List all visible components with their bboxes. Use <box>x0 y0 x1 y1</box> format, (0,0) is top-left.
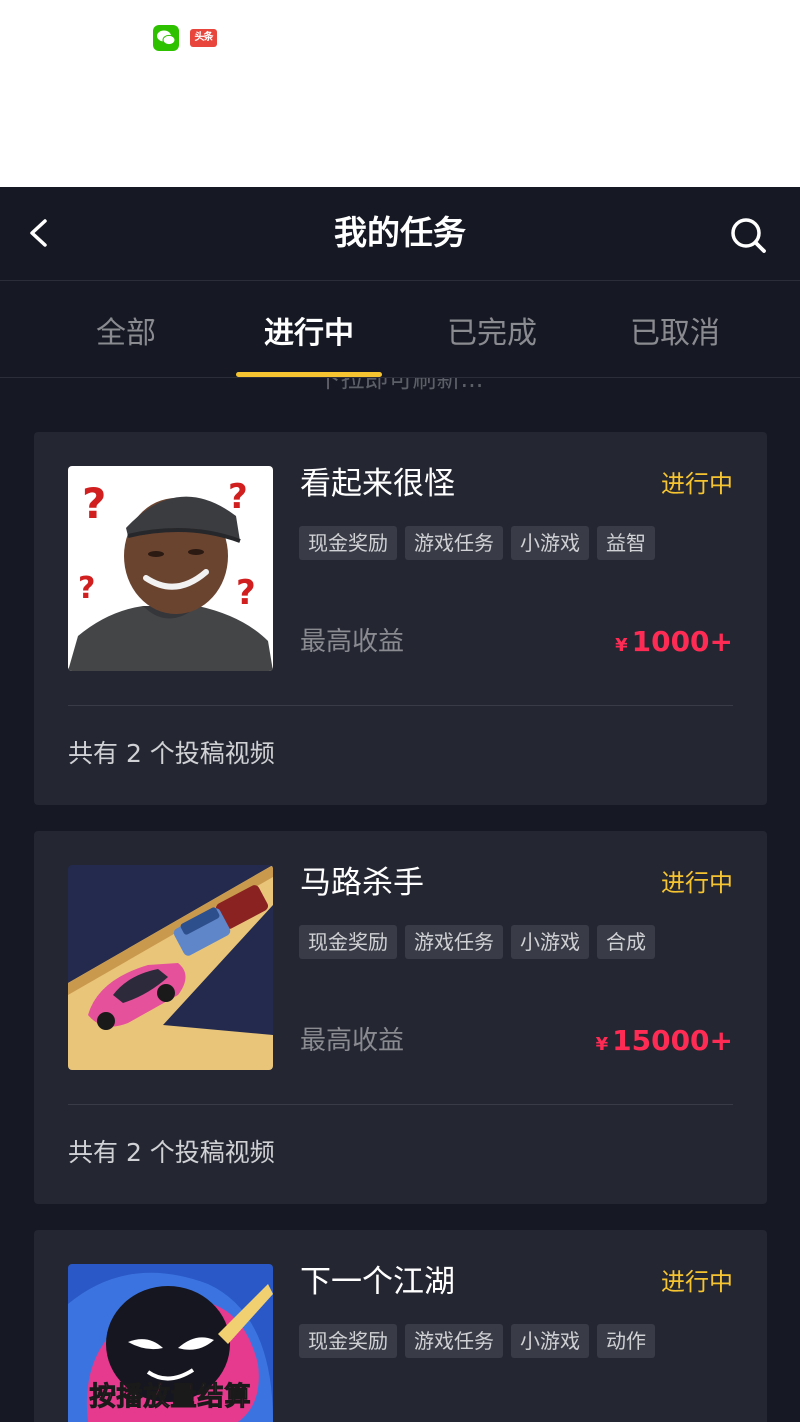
task-title: 看起来很怪 <box>300 466 455 502</box>
back-button[interactable] <box>20 211 64 255</box>
task-thumbnail: 按播放量结算 <box>68 1264 273 1422</box>
top-nav-bar: 我的任务 <box>0 187 800 281</box>
tag: 游戏任务 <box>405 1324 503 1358</box>
tab-in-progress[interactable]: 进行中 <box>219 281 399 377</box>
tag: 现金奖励 <box>299 1324 397 1358</box>
svg-text:?: ? <box>228 477 248 517</box>
earnings-label: 最高收益 <box>300 1026 405 1056</box>
toutiao-icon: 头条 <box>190 29 217 47</box>
earnings-value: ¥15000+ <box>596 1021 733 1061</box>
earnings-value: ¥1000+ <box>615 622 733 662</box>
task-card[interactable]: ? ? ? ? 看起来很怪 进行中 现金奖励 游戏任务 小游戏 益智 最高收益 … <box>34 432 767 805</box>
task-thumbnail <box>68 865 273 1070</box>
task-title: 马路杀手 <box>300 865 424 901</box>
earnings-label: 最高收益 <box>300 627 405 657</box>
tag: 小游戏 <box>511 1324 589 1358</box>
task-title: 下一个江湖 <box>300 1264 455 1300</box>
task-status: 进行中 <box>661 869 733 897</box>
tag: 现金奖励 <box>299 925 397 959</box>
thumbnail-caption: 按播放量结算 <box>89 1382 252 1413</box>
earnings-amount: 15000+ <box>612 1024 733 1057</box>
task-card[interactable]: 按播放量结算 下一个江湖 进行中 现金奖励 游戏任务 小游戏 动作 <box>34 1230 767 1422</box>
task-status: 进行中 <box>661 1268 733 1296</box>
tab-all[interactable]: 全部 <box>36 281 216 377</box>
tag: 益智 <box>597 526 655 560</box>
tab-completed[interactable]: 已完成 <box>402 281 582 377</box>
task-status: 进行中 <box>661 470 733 498</box>
tag: 动作 <box>597 1324 655 1358</box>
task-tags: 现金奖励 游戏任务 小游戏 动作 <box>299 1324 655 1358</box>
svg-text:?: ? <box>82 479 106 528</box>
search-icon <box>731 218 766 253</box>
tag: 现金奖励 <box>299 526 397 560</box>
earnings-amount: 1000+ <box>631 625 733 658</box>
status-bar: 头条 <box>0 0 800 187</box>
task-tabs: 全部 进行中 已完成 已取消 <box>0 281 800 378</box>
divider <box>68 1104 733 1105</box>
tag: 小游戏 <box>511 925 589 959</box>
currency-symbol: ¥ <box>615 635 628 656</box>
video-count: 共有 2 个投稿视频 <box>68 1138 275 1167</box>
page-title: 我的任务 <box>334 213 466 252</box>
tag: 合成 <box>597 925 655 959</box>
active-tab-indicator <box>236 372 382 377</box>
chevron-left-icon <box>30 219 47 247</box>
video-count: 共有 2 个投稿视频 <box>68 739 275 768</box>
tag: 游戏任务 <box>405 925 503 959</box>
task-tags: 现金奖励 游戏任务 小游戏 益智 <box>299 526 655 560</box>
wechat-icon <box>153 25 179 51</box>
task-thumbnail: ? ? ? ? <box>68 466 273 671</box>
tag: 游戏任务 <box>405 526 503 560</box>
divider <box>68 705 733 706</box>
task-tags: 现金奖励 游戏任务 小游戏 合成 <box>299 925 655 959</box>
svg-text:?: ? <box>236 573 256 613</box>
search-button[interactable] <box>724 211 772 259</box>
tab-cancelled[interactable]: 已取消 <box>585 281 765 377</box>
tag: 小游戏 <box>511 526 589 560</box>
task-card[interactable]: 马路杀手 进行中 现金奖励 游戏任务 小游戏 合成 最高收益 ¥15000+ 共… <box>34 831 767 1204</box>
currency-symbol: ¥ <box>595 1034 609 1055</box>
svg-text:?: ? <box>78 571 95 606</box>
